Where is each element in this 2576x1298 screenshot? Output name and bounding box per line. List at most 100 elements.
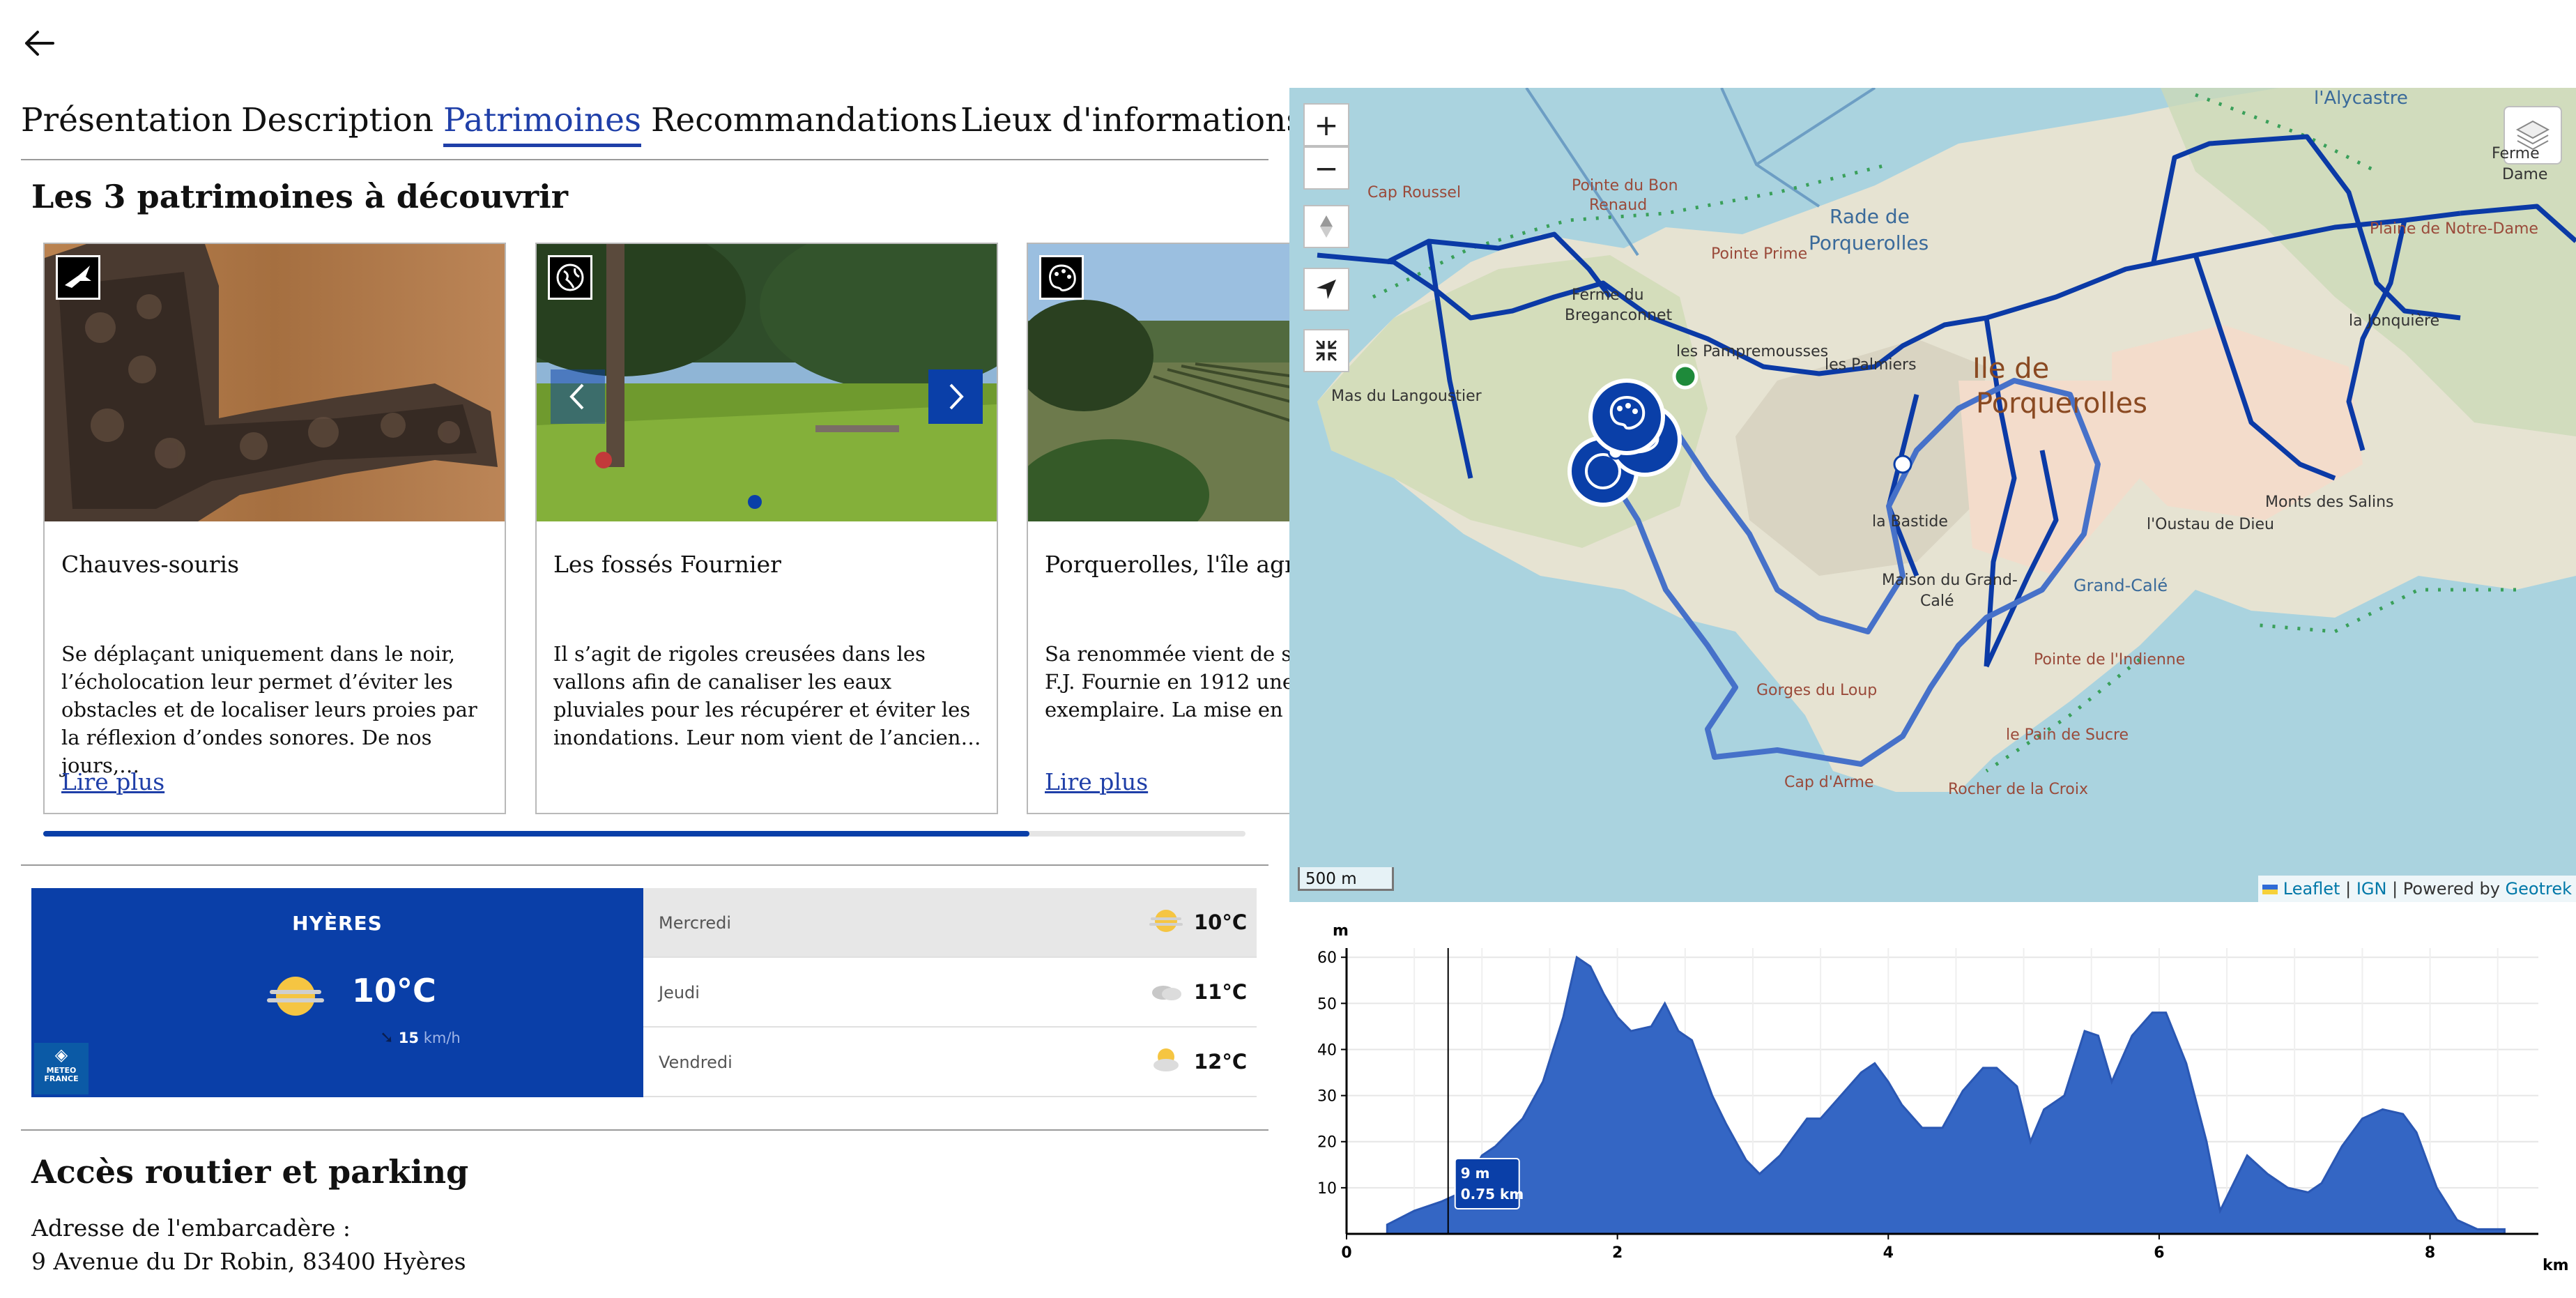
map-label: Porquerolles [1976,388,2147,420]
heritage-carousel: Chauves-souris Se déplaçant uniquement d… [0,237,1289,850]
map-label: Cap d'Arme [1784,774,1874,791]
bats-image [45,244,505,521]
y-axis-label: m [1333,922,1349,940]
forecast-row: Jeudi 11°C [643,958,1257,1028]
forecast-day: Vendredi [659,1053,733,1072]
map-label: Monts des Salins [2265,494,2394,511]
back-arrow-icon[interactable] [20,24,59,63]
x-tick-label: 8 [2425,1244,2435,1262]
map-label: Breganconnet [1565,307,1673,324]
tab-bar: Présentation Description Patrimoines Rec… [21,99,1303,160]
logo-line: FRANCE [44,1074,79,1083]
card-title: Porquerolles, l'île agr [1045,551,1289,578]
wind-value: 15 [398,1030,420,1046]
map-attribution: Leaflet | IGN | Powered by Geotrek [2258,876,2576,902]
map-label: la Jonquière [2349,312,2440,330]
y-tick-label: 30 [1317,1088,1337,1106]
wind-speed: ➘ 15 km/h [380,1028,461,1047]
heritage-marker-palette[interactable] [1585,375,1669,459]
carousel-progress-bar [43,831,1245,837]
fog-sun-icon [267,977,324,1016]
partly-cloudy-icon [1153,1048,1179,1071]
map-label: Ferme [2492,145,2540,162]
map-label: Rade de [1830,205,1910,228]
wind-unit: km/h [423,1030,461,1046]
map-label: Plaine de Notre-Dame [2370,220,2538,238]
tab-lieux-informations[interactable]: Lieux d'informations [960,99,1303,142]
y-tick-label: 40 [1317,1041,1337,1059]
map-label: Ferme du [1572,287,1644,304]
tab-recommandations[interactable]: Recommandations [651,99,958,142]
attribution-separator: | Powered by [2386,879,2506,899]
bird-icon [56,255,100,300]
ukraine-flag-icon [2262,885,2278,894]
weather-current: HYÈRES 10°C ➘ 15 km/h ◈ METEO FRANCE [31,888,643,1097]
trail-map[interactable]: + − Ile de Porquerolles Rade de Porquero… [1289,88,2576,902]
map-label: Pointe de l'Indienne [2034,651,2186,669]
map-label: l'Alycastre [2314,88,2408,109]
map-label: Renaud [1589,197,1648,214]
reset-north-button[interactable] [1303,205,1349,248]
y-tick-label: 60 [1317,949,1337,967]
x-tick-label: 2 [1612,1244,1623,1262]
divider [21,864,1268,866]
y-tick-label: 20 [1317,1134,1337,1152]
card-title: Chauves-souris [61,551,240,578]
card-title: Les fossés Fournier [553,551,781,578]
card-description: Il s’agit de rigoles creusées dans les v… [553,642,981,749]
read-more-link[interactable]: Lire plus [61,768,164,795]
carousel-prev-button[interactable] [551,369,605,424]
forecast-row: Mercredi 10°C [643,888,1257,958]
carousel-next-button[interactable] [928,369,983,424]
tab-description[interactable]: Description [241,99,434,142]
x-tick-label: 6 [2154,1244,2164,1262]
elevation-chart: 10 20 30 40 50 60 0 2 4 6 8 m km 9 m 0.75 km [1317,922,2569,1274]
heritage-card[interactable]: Les fossés Fournier Il s’agit de rigoles… [535,243,998,814]
forecast-day: Jeudi [659,983,700,1002]
tab-presentation[interactable]: Présentation [21,99,233,142]
tooltip-elevation: 9 m [1461,1165,1490,1182]
locate-icon [1317,280,1336,299]
carousel-progress-fill [43,831,1029,837]
address-label: Adresse de l'embarcadère : [31,1214,351,1242]
map-label: le Pain de Sucre [2006,726,2129,744]
globe-icon [548,255,592,300]
slide-dot[interactable] [748,495,762,509]
ditch-image [537,244,997,521]
map-scale: 500 m [1298,867,1394,891]
forecast-temp: 12°C [1194,1050,1248,1074]
read-more-link[interactable]: Lire plus [1045,768,1148,795]
heritage-card[interactable]: Porquerolles, l'île agr Sa renommée vien… [1027,243,1289,814]
meteo-france-logo: ◈ METEO FRANCE [34,1043,89,1094]
x-axis-label: km [2543,1257,2569,1274]
y-tick-label: 10 [1317,1180,1337,1198]
start-marker[interactable] [1671,362,1699,390]
elevation-profile[interactable]: 10 20 30 40 50 60 0 2 4 6 8 m km 9 m 0.75 km [1303,913,2576,1295]
ign-link[interactable]: IGN [2356,879,2387,899]
attribution-separator: | [2340,879,2356,899]
tooltip-distance: 0.75 km [1461,1186,1524,1202]
map-label: les Pampremousses [1676,343,1829,360]
compass-icon [1320,215,1333,238]
map-label: Grand-Calé [2073,576,2168,595]
tab-patrimoines[interactable]: Patrimoines [443,99,642,147]
map-label: Porquerolles [1809,231,1929,254]
wind-arrow-icon: ➘ [380,1028,394,1047]
heritage-card[interactable]: Chauves-souris Se déplaçant uniquement d… [43,243,506,814]
forecast-row: Vendredi 12°C [643,1028,1257,1097]
fullscreen-exit-button[interactable] [1303,329,1349,372]
map-label: Pointe Prime [1711,245,1808,263]
address-value: 9 Avenue du Dr Robin, 83400 Hyères [31,1248,466,1275]
geotrek-link[interactable]: Geotrek [2506,879,2572,899]
leaflet-link[interactable]: Leaflet [2283,879,2340,899]
map-label: Pointe du Bon [1572,177,1678,194]
zoom-in-button[interactable]: + [1303,103,1349,146]
locate-button[interactable] [1303,268,1349,311]
weather-widget: HYÈRES 10°C ➘ 15 km/h ◈ METEO FRANCE Mer… [31,888,1257,1097]
meteo-france-logo-mark: ◈ [54,1045,68,1064]
forecast-temp: 11°C [1194,980,1248,1004]
map-label: l'Oustau de Dieu [2147,516,2274,533]
zoom-out-button[interactable]: − [1303,146,1349,190]
map-label: Cap Roussel [1367,184,1462,201]
fog-sun-icon [1149,910,1183,932]
